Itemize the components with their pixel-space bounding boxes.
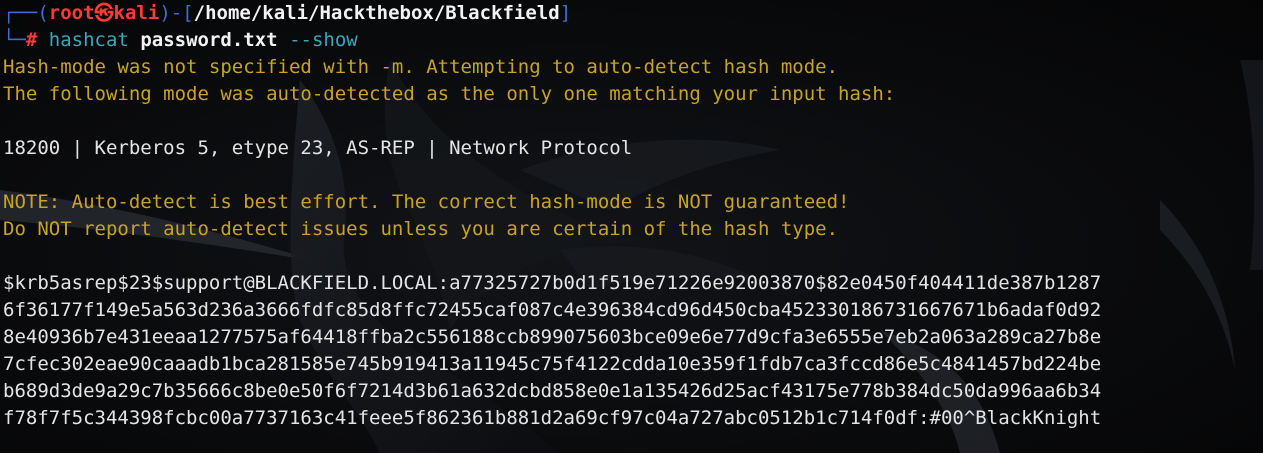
cracked-hash-line: b689d3de9a29c7b35666c8be0e50f6f7214d3b61… (3, 380, 1102, 402)
prompt-line-1: ┌──(root㉿kali)-[/home/kali/Hackthebox/Bl… (3, 0, 1263, 27)
warning-line-2: The following mode was auto-detected as … (3, 83, 896, 105)
prompt-symbol: # (25, 29, 38, 51)
warning-line-1: Hash-mode was not specified with -m. Att… (3, 56, 839, 78)
note-line-2: Do NOT report auto-detect issues unless … (3, 218, 839, 240)
cracked-hash-line: 8e40936b7e431eeaa1277575af64418ffba2c556… (3, 326, 1102, 348)
command-argument: password.txt (140, 29, 278, 51)
note-line-1: NOTE: Auto-detect is best effort. The co… (3, 191, 850, 213)
prompt-frame-bottom: └─ (3, 29, 26, 51)
prompt-frame-close: ] (559, 2, 572, 24)
cracked-hash-line: f78f7f5c344398fcbc00a7737163c41feee5f862… (3, 407, 1102, 429)
skull-icon: ㉿ (94, 2, 114, 24)
cracked-hash-line: $krb5asrep$23$support@BLACKFIELD.LOCAL:a… (3, 272, 1102, 294)
prompt-host: kali (113, 2, 160, 24)
prompt-cwd: /home/kali/Hackthebox/Blackfield (193, 2, 560, 24)
terminal-buffer: ┌──(root㉿kali)-[/home/kali/Hackthebox/Bl… (0, 0, 1263, 432)
prompt-frame-top: ┌──( (3, 2, 49, 24)
command-flag: --show (289, 29, 358, 51)
command-name: hashcat (48, 29, 129, 51)
cracked-hash-line: 6f36177f149e5a563d236a3666fdfc85d8ffc724… (3, 299, 1102, 321)
prompt-user: root (48, 2, 95, 24)
hash-mode-line: 18200 | Kerberos 5, etype 23, AS-REP | N… (3, 137, 633, 159)
prompt-line-2: └─# hashcat password.txt --show (3, 27, 1263, 54)
terminal-window[interactable]: ┌──(root㉿kali)-[/home/kali/Hackthebox/Bl… (0, 0, 1263, 453)
prompt-frame-mid: )-[ (159, 2, 194, 24)
cracked-hash-line: 7cfec302eae90caaadb1bca281585e745b919413… (3, 353, 1102, 375)
